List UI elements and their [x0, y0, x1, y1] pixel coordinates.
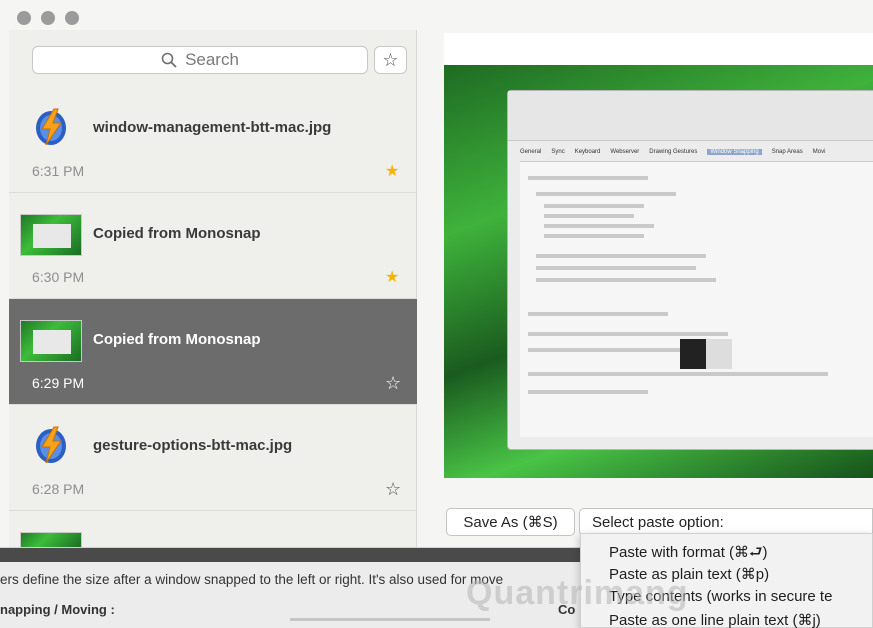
image-preview: General Sync Keyboard Webserver Drawing …: [444, 65, 873, 478]
dialog-tab: Webserver: [610, 149, 640, 155]
dialog-line: [536, 254, 706, 258]
favorite-star-icon[interactable]: ★: [385, 267, 399, 287]
dialog-line: [528, 390, 648, 394]
background-text: napping / Moving :: [0, 602, 115, 617]
item-time: 6:28 PM: [32, 481, 85, 497]
star-outline-icon: ☆: [382, 49, 399, 70]
dialog-preview-thumbnail: [680, 339, 732, 369]
dialog-tabs: General Sync Keyboard Webserver Drawing …: [520, 149, 825, 155]
dialog-line: [544, 234, 644, 238]
dialog-line: [536, 266, 696, 270]
favorites-filter-button[interactable]: ☆: [374, 46, 407, 74]
background-slider: [290, 618, 490, 621]
minimize-window-button[interactable]: [41, 11, 55, 25]
item-time: 6:30 PM: [32, 269, 85, 285]
zoom-window-button[interactable]: [65, 11, 79, 25]
history-item[interactable]: window-management-btt-mac.jpg 6:31 PM ★: [9, 87, 417, 193]
dialog-line: [528, 348, 698, 352]
dialog-tab: Drawing Gestures: [649, 149, 698, 155]
dialog-tab-active: Window Snapping: [707, 149, 762, 155]
watermark-logo: Quantrimang: [466, 574, 689, 612]
screenshot-thumbnail: [20, 532, 82, 548]
preview-settings-dialog: General Sync Keyboard Webserver Drawing …: [507, 90, 873, 450]
item-time: 6:31 PM: [32, 163, 85, 179]
dialog-line: [536, 278, 716, 282]
app-window: Search ☆ window-management-btt-mac.jpg 6…: [0, 0, 873, 628]
dialog-line: [544, 224, 654, 228]
dialog-line: [544, 204, 644, 208]
dialog-line: [544, 214, 634, 218]
item-title: Copied from Monosnap: [93, 225, 261, 242]
item-title: gesture-options-btt-mac.jpg: [93, 437, 293, 454]
dialog-line: [528, 332, 728, 336]
window-controls: [17, 11, 79, 25]
menu-item-paste-one-line[interactable]: Paste as one line plain text (⌘j): [609, 611, 821, 628]
history-item[interactable]: gesture-options-btt-mac.jpg 6:28 PM ☆: [9, 405, 417, 511]
item-title: Copied from Monosnap: [93, 331, 261, 348]
item-title: window-management-btt-mac.jpg: [93, 119, 332, 136]
history-list: window-management-btt-mac.jpg 6:31 PM ★ …: [9, 87, 417, 511]
dialog-toolbar: [508, 91, 873, 141]
dialog-line: [528, 372, 828, 376]
history-item[interactable]: Copied from Monosnap 6:30 PM ★: [9, 193, 417, 299]
history-item-partial[interactable]: [9, 518, 417, 548]
background-text: ers define the size after a window snapp…: [0, 572, 504, 587]
favorite-star-icon[interactable]: ★: [385, 161, 399, 181]
star-outline-icon[interactable]: ☆: [385, 373, 401, 394]
band-dark-strip: [0, 548, 580, 562]
dialog-tab: Movi: [812, 149, 826, 155]
screenshot-thumbnail: [20, 214, 82, 256]
bettertouchtool-icon: [36, 108, 66, 146]
search-input[interactable]: Search: [32, 46, 368, 74]
screenshot-thumbnail: [20, 320, 82, 362]
dialog-line: [528, 176, 648, 180]
dialog-tab: Snap Areas: [771, 149, 803, 155]
dialog-line: [536, 192, 676, 196]
save-as-button[interactable]: Save As (⌘S): [446, 508, 575, 536]
paste-option-select[interactable]: Select paste option:: [579, 508, 873, 536]
dialog-tab: Keyboard: [574, 149, 601, 155]
item-time: 6:29 PM: [32, 375, 85, 391]
bettertouchtool-icon: [36, 426, 66, 464]
star-outline-icon[interactable]: ☆: [385, 479, 401, 500]
menu-item-paste-with-format[interactable]: Paste with format (⌘⮐): [609, 542, 768, 567]
dialog-tab: General: [520, 149, 542, 155]
search-icon: [161, 52, 177, 68]
preview-header: [444, 33, 873, 65]
dialog-body: [520, 161, 873, 437]
search-placeholder: Search: [185, 50, 239, 69]
history-item-selected[interactable]: Copied from Monosnap 6:29 PM ☆: [9, 299, 417, 405]
clipboard-history-pane: Search ☆ window-management-btt-mac.jpg 6…: [9, 30, 417, 590]
dialog-line: [528, 312, 668, 316]
dialog-tab: Sync: [551, 149, 565, 155]
close-window-button[interactable]: [17, 11, 31, 25]
